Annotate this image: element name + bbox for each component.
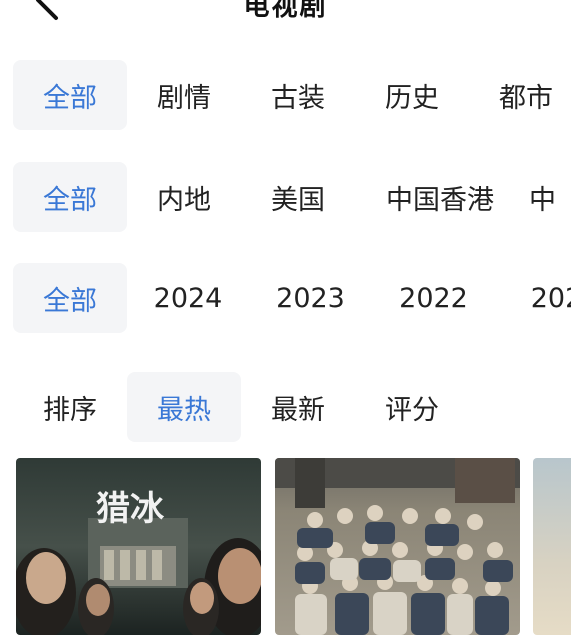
genre-chip-history[interactable]: 历史 (355, 60, 469, 130)
genre-chip-urban[interactable]: 都市 (469, 60, 571, 130)
sort-chip-hottest[interactable]: 最热 (127, 372, 241, 442)
year-chip-2022[interactable]: 2022 (372, 263, 495, 333)
region-chip-hongkong[interactable]: 中国香港 (355, 162, 525, 232)
poster-card[interactable] (533, 458, 571, 635)
region-chip-all[interactable]: 全部 (13, 162, 127, 232)
poster-image (533, 458, 571, 635)
page-title: 电视剧 (243, 0, 328, 22)
genre-filter-row: 全部 剧情 古装 历史 都市 (0, 59, 571, 131)
top-bar: 电视剧 (0, 0, 571, 30)
genre-chip-all[interactable]: 全部 (13, 60, 127, 130)
region-chip-mainland[interactable]: 内地 (127, 162, 241, 232)
poster-image (275, 458, 520, 635)
region-filter-row: 全部 内地 美国 中国香港 中 (0, 161, 571, 233)
year-chip-partial[interactable]: 202 (495, 263, 571, 333)
poster-grid: 猎冰 (0, 458, 571, 635)
sort-chip-newest[interactable]: 最新 (241, 372, 355, 442)
region-chip-usa[interactable]: 美国 (241, 162, 355, 232)
year-chip-2023[interactable]: 2023 (249, 263, 372, 333)
genre-chip-drama[interactable]: 剧情 (127, 60, 241, 130)
poster-title-art: 猎冰 (96, 489, 165, 529)
genre-chip-costume[interactable]: 古装 (241, 60, 355, 130)
poster-card[interactable]: 猎冰 (16, 458, 261, 635)
poster-card[interactable] (275, 458, 520, 635)
sort-chip-rating[interactable]: 评分 (355, 372, 469, 442)
year-filter-row: 全部 2024 2023 2022 202 (0, 262, 571, 334)
poster-image: 猎冰 (16, 458, 261, 635)
sort-filter-row: 排序 最热 最新 评分 (0, 371, 571, 443)
sort-label: 排序 (43, 394, 97, 426)
year-chip-all[interactable]: 全部 (13, 263, 127, 333)
year-chip-2024[interactable]: 2024 (127, 263, 249, 333)
region-chip-partial[interactable]: 中 (525, 162, 571, 232)
